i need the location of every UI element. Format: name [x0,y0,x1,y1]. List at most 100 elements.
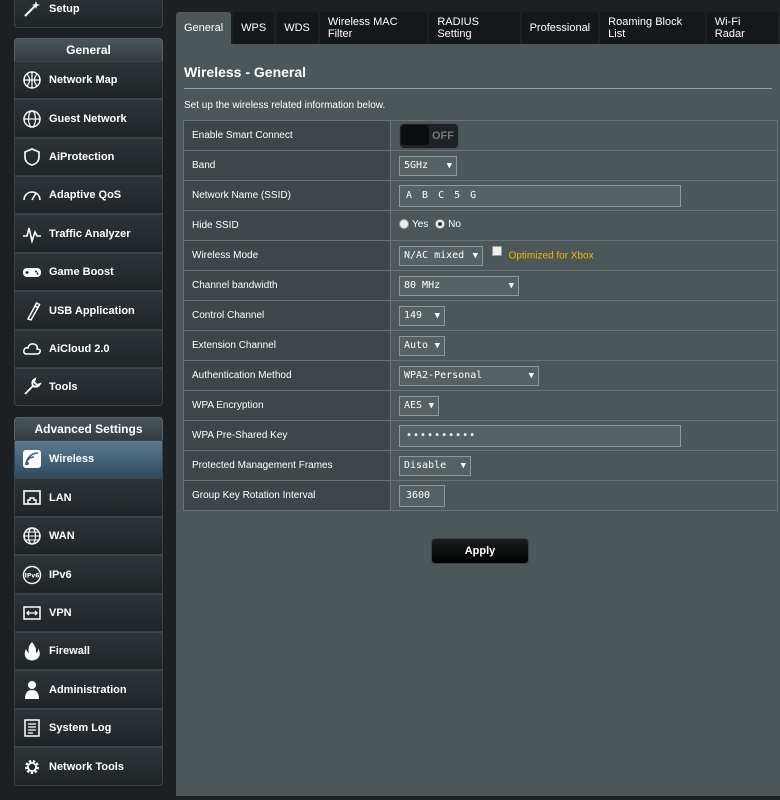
sidebar-item-label: Network Map [49,74,118,86]
sidebar-item-lan[interactable]: LAN [14,478,163,517]
apply-button[interactable]: Apply [431,538,529,564]
tab-radius-setting[interactable]: RADIUS Setting [429,12,520,44]
sidebar-item-firewall[interactable]: Firewall [14,632,163,670]
band-label: Band [183,150,391,181]
table-row: Network Name (SSID) A B C 5 G [183,180,778,211]
ssid-input[interactable]: A B C 5 G [399,184,681,207]
select-value: 149 [404,310,423,321]
select-value: WPA2-Personal [404,370,483,381]
psk-label: WPA Pre-Shared Key [183,420,391,451]
select-value: 80 MHz [404,280,441,291]
dropdown-arrow-icon: ▼ [528,370,534,381]
pulse-icon [21,223,43,245]
toggle-knob [401,124,429,145]
table-row: Authentication Method WPA2-Personal ▼ [183,360,778,391]
wireless-mode-label: Wireless Mode [183,240,391,271]
gauge-icon [21,184,43,206]
sidebar-item-system-log[interactable]: System Log [14,709,163,747]
control-channel-label: Control Channel [183,300,391,331]
tab-wds[interactable]: WDS [276,12,318,44]
sidebar-item-label: AiProtection [49,151,115,163]
auth-method-select[interactable]: WPA2-Personal ▼ [399,365,539,386]
sidebar-item-ipv6[interactable]: IPv6 IPv6 [14,555,163,594]
sidebar-item-wireless[interactable]: Wireless [14,440,163,478]
tab-wifi-radar[interactable]: Wi-Fi Radar [706,12,778,44]
sidebar-item-label: VPN [49,607,72,619]
tab-general[interactable]: General [176,12,232,44]
xbox-label: Optimized for Xbox [508,250,594,261]
psk-input[interactable]: •••••••••• [399,424,681,447]
sidebar-item-adaptive-qos[interactable]: Adaptive QoS [14,176,163,214]
xbox-checkbox[interactable] [491,245,502,256]
page-title: Wireless - General [184,64,307,80]
sidebar-item-setup[interactable]: Setup [14,0,163,28]
radio-dot [435,219,446,230]
gear-icon [21,756,43,778]
sidebar-item-aicloud[interactable]: AiCloud 2.0 [14,330,163,368]
sidebar-item-guest-network[interactable]: Guest Network [14,99,163,138]
table-row: WPA Pre-Shared Key •••••••••• [183,420,778,451]
title-divider [184,88,772,89]
hide-ssid-yes-radio[interactable]: Yes [399,219,428,230]
sidebar-item-aiprotection[interactable]: AiProtection [14,138,163,176]
tab-roaming-block-list[interactable]: Roaming Block List [600,12,705,44]
tab-professional[interactable]: Professional [521,12,599,44]
hide-ssid-no-radio[interactable]: No [435,219,461,230]
wpa-encryption-select[interactable]: AES ▼ [399,395,439,416]
wireless-mode-select[interactable]: N/AC mixed ▼ [399,245,483,266]
wifi-icon [21,448,43,470]
hide-ssid-label: Hide SSID [183,210,391,241]
pmf-label: Protected Management Frames [183,450,391,481]
sidebar-item-label: Tools [49,381,78,393]
shield-icon [21,146,43,168]
general-section-header: General [14,38,163,62]
sidebar-item-network-tools[interactable]: Network Tools [14,747,163,786]
gamepad-icon [21,261,43,283]
sidebar-item-label: USB Application [49,304,135,317]
tab-wps[interactable]: WPS [233,12,275,44]
log-icon [21,717,43,739]
ssid-label: Network Name (SSID) [183,180,391,211]
smart-connect-toggle[interactable]: OFF [399,122,459,149]
sidebar-item-label: Guest Network [49,112,127,125]
wireless-settings-table: Enable Smart Connect OFF Band 5GHz ▼ Net… [183,120,778,511]
pmf-select[interactable]: Disable ▼ [399,455,471,476]
toggle-state: OFF [432,129,454,142]
advanced-settings-header: Advanced Settings [14,417,163,441]
channel-bandwidth-select[interactable]: 80 MHz ▼ [399,275,519,296]
auth-method-label: Authentication Method [183,360,391,391]
globe-icon [21,108,43,130]
sidebar-item-tools[interactable]: Tools [14,368,163,406]
page-description: Set up the wireless related information … [184,100,386,111]
gkri-label: Group Key Rotation Interval [183,480,391,511]
table-row: Enable Smart Connect OFF [183,120,778,151]
sidebar-item-label: Adaptive QoS [49,189,122,201]
sidebar-item-label: Administration [49,683,127,696]
tab-wireless-mac-filter[interactable]: Wireless MAC Filter [319,12,428,44]
radio-label: Yes [412,218,429,230]
sidebar-item-wan[interactable]: WAN [14,517,163,555]
table-row: Band 5GHz ▼ [183,150,778,181]
sidebar-item-label: Game Boost [49,266,114,278]
sidebar-item-label: Wireless [49,453,95,465]
control-channel-select[interactable]: 149 ▼ [399,305,445,326]
wand-icon [21,0,43,20]
table-row: Channel bandwidth 80 MHz ▼ [183,270,778,301]
dropdown-arrow-icon: ▼ [428,400,434,411]
sidebar-item-game-boost[interactable]: Game Boost [14,253,163,291]
gkri-input[interactable]: 3600 [399,484,445,507]
table-row: Protected Management Frames Disable ▼ [183,450,778,481]
extension-channel-select[interactable]: Auto ▼ [399,335,445,356]
sidebar-item-traffic-analyzer[interactable]: Traffic Analyzer [14,214,163,253]
dropdown-arrow-icon: ▼ [460,460,466,471]
wpa-encryption-label: WPA Encryption [183,390,391,421]
sidebar-item-usb-application[interactable]: USB Application [14,291,163,330]
sidebar-item-network-map[interactable]: Network Map [14,61,163,99]
sidebar-item-label: WAN [49,530,75,542]
radio-dot [399,219,409,230]
table-row: Extension Channel Auto ▼ [183,330,778,361]
sidebar-item-administration[interactable]: Administration [14,670,163,709]
select-value: Disable [404,460,447,471]
band-select[interactable]: 5GHz ▼ [399,155,457,176]
sidebar-item-vpn[interactable]: VPN [14,594,163,632]
